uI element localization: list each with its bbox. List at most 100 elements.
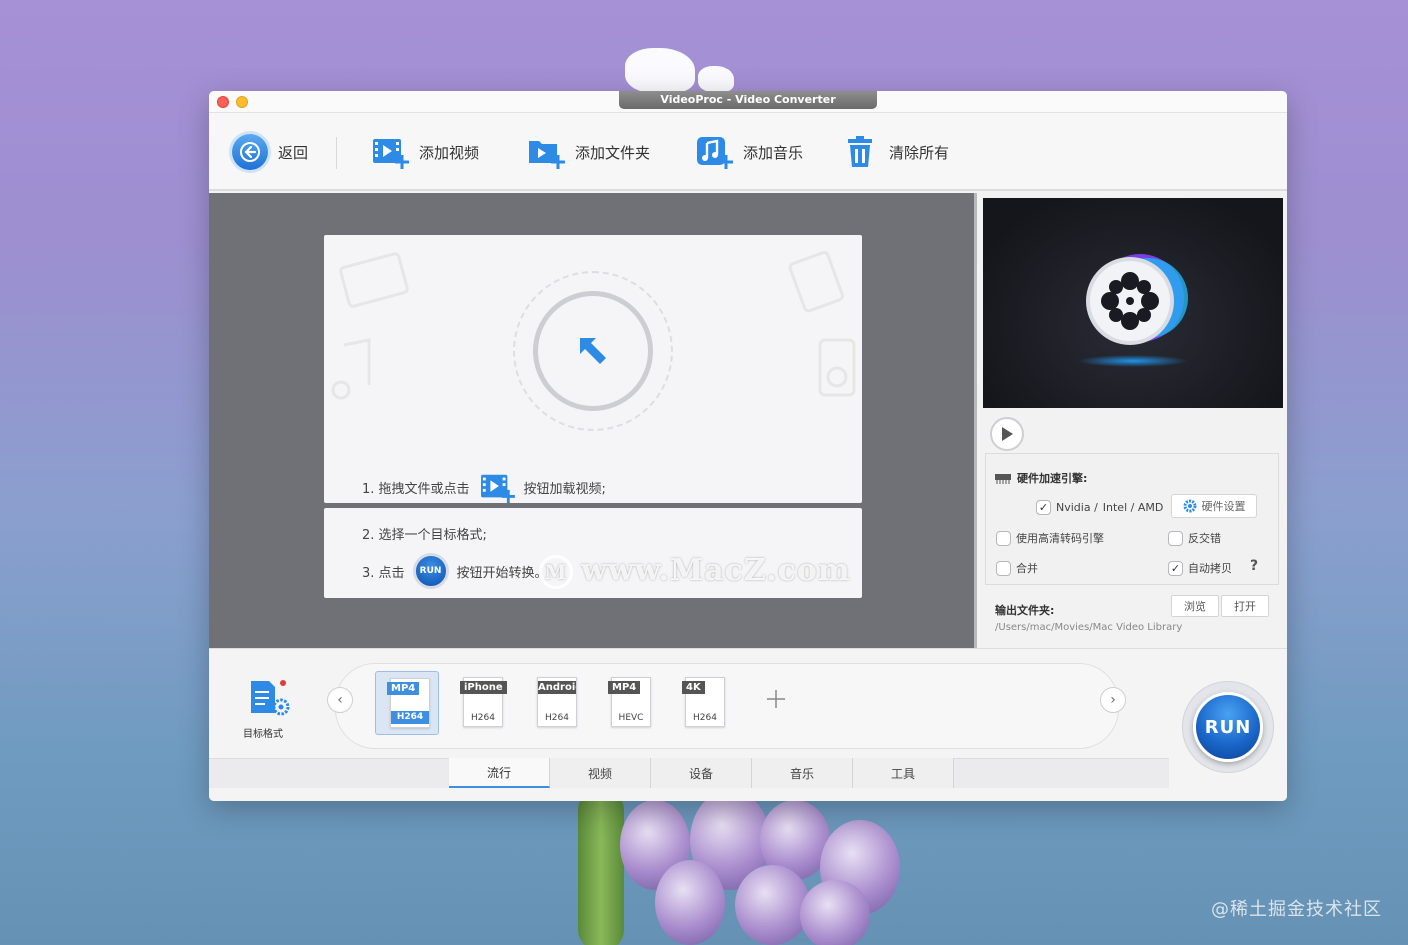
run-button-ring: RUN <box>1182 681 1274 773</box>
format-tile[interactable]: iPhone H264 <box>449 671 513 735</box>
format-name: Android <box>538 681 576 694</box>
add-format-button[interactable] <box>764 687 788 711</box>
macz-watermark: Mwww.MacZ.com <box>539 553 851 589</box>
format-tile[interactable]: MP4 HEVC <box>597 671 661 735</box>
file-drop-panel[interactable]: 1. 拖拽文件或点击 按钮加载视频; 2. 选择一个目标格式; 3. 点击 RU… <box>209 193 977 648</box>
ipod-icon <box>818 338 856 397</box>
output-folder-label: 输出文件夹: <box>995 604 1055 617</box>
merge-option[interactable]: 合并 <box>996 560 1038 576</box>
target-format-button[interactable]: 目标格式 <box>239 679 293 740</box>
step-3: 3. 点击 RUN 按钮开始转换。 <box>362 553 548 589</box>
carousel-prev-button[interactable]: ‹ <box>327 687 353 713</box>
add-folder-button[interactable]: 添加文件夹 <box>527 113 650 191</box>
hardware-settings-label: 硬件设置 <box>1201 500 1246 513</box>
back-label: 返回 <box>278 143 309 162</box>
hq-engine-label: 使用高清转码引擎 <box>1016 532 1104 545</box>
format-codec: H264 <box>693 713 717 723</box>
back-button[interactable]: 返回 <box>232 113 308 191</box>
deinterlace-checkbox[interactable] <box>1168 530 1183 546</box>
community-watermark: @稀土掘金技术社区 <box>1211 899 1382 920</box>
format-codec: HEVC <box>618 713 644 723</box>
close-window-button[interactable] <box>217 96 229 108</box>
step-3-prefix: 3. 点击 <box>362 565 405 581</box>
add-music-button[interactable]: 添加音乐 <box>695 113 803 191</box>
format-name: MP4 <box>387 682 420 695</box>
format-name: iPhone <box>460 681 507 694</box>
hq-engine-checkbox[interactable] <box>996 530 1011 546</box>
music-note-icon <box>331 338 371 400</box>
drop-ring <box>533 291 653 411</box>
hardware-settings-button[interactable]: 硬件设置 <box>1171 494 1257 518</box>
auto-copy-checkbox[interactable]: ✓ <box>1168 560 1183 576</box>
format-doc-icon: Android H264 <box>537 677 577 727</box>
step-1: 1. 拖拽文件或点击 按钮加载视频; <box>362 471 606 503</box>
tab-device[interactable]: 设备 <box>651 758 752 788</box>
format-tile[interactable]: MP4 H264 <box>375 671 439 735</box>
format-bar: 目标格式 ‹ › MP4 H264 iPhone H264 Android H2… <box>209 648 1287 801</box>
hq-engine-option[interactable]: 使用高清转码引擎 <box>996 530 1104 546</box>
flower-petal <box>655 860 725 945</box>
tab-music[interactable]: 音乐 <box>752 758 853 788</box>
merge-checkbox[interactable] <box>996 560 1011 576</box>
run-button[interactable]: RUN <box>1193 692 1263 762</box>
help-button[interactable]: ? <box>1250 558 1258 574</box>
step-1-prefix: 1. 拖拽文件或点击 <box>362 481 470 497</box>
auto-copy-label: 自动拷贝 <box>1188 562 1232 575</box>
flower-petal <box>800 880 870 945</box>
film-icon <box>339 252 409 308</box>
tablet-icon <box>788 251 845 313</box>
plus-icon <box>767 690 785 708</box>
format-name: MP4 <box>608 681 641 694</box>
carousel-next-button[interactable]: › <box>1100 687 1126 713</box>
auto-copy-option[interactable]: ✓ 自动拷贝 <box>1168 560 1232 576</box>
app-window: VideoProc - Video Converter 返回 添加视频 添加文件… <box>209 91 1287 801</box>
play-icon <box>1002 427 1013 441</box>
format-tile[interactable]: 4K H264 <box>671 671 735 735</box>
drop-zone[interactable]: 1. 拖拽文件或点击 按钮加载视频; <box>324 235 862 503</box>
flower-stem <box>578 790 624 945</box>
nvidia-checkbox[interactable]: ✓ <box>1036 500 1051 515</box>
tab-video[interactable]: 视频 <box>550 758 651 788</box>
deinterlace-option[interactable]: 反交错 <box>1168 530 1221 546</box>
hw-accel-header: 硬件加速引擎: <box>994 470 1087 486</box>
clear-all-button[interactable]: 清除所有 <box>841 113 949 191</box>
clear-all-label: 清除所有 <box>889 143 950 162</box>
add-video-label: 添加视频 <box>419 143 480 162</box>
gear-icon <box>1183 499 1196 513</box>
format-doc-icon: MP4 HEVC <box>608 677 651 727</box>
trash-icon <box>841 133 879 171</box>
format-tile[interactable]: Android H264 <box>523 671 587 735</box>
play-button[interactable] <box>990 417 1024 451</box>
tab-popular[interactable]: 流行 <box>449 758 550 788</box>
minimize-window-button[interactable] <box>236 96 248 108</box>
tab-tools[interactable]: 工具 <box>853 758 954 788</box>
intel-amd-label: Intel / AMD <box>1102 501 1164 514</box>
step-2-text: 2. 选择一个目标格式; <box>362 528 487 543</box>
add-video-button[interactable]: 添加视频 <box>371 113 479 191</box>
chevron-left-icon: ‹ <box>337 692 343 708</box>
flower-petal <box>735 865 810 945</box>
macz-logo-icon: M <box>539 555 573 589</box>
window-title: VideoProc - Video Converter <box>619 91 877 109</box>
format-codec: H264 <box>391 711 429 724</box>
open-folder-button[interactable]: 打开 <box>1221 595 1269 617</box>
step-1-suffix: 按钮加载视频; <box>523 481 606 497</box>
step-3-suffix: 按钮开始转换。 <box>456 565 548 581</box>
add-music-label: 添加音乐 <box>743 143 804 162</box>
toolbar: 返回 添加视频 添加文件夹 添加音乐 清除所有 <box>209 113 1287 191</box>
nvidia-label: Nvidia / <box>1056 501 1098 514</box>
format-doc-icon: iPhone H264 <box>460 677 507 727</box>
title-bar: VideoProc - Video Converter <box>209 91 1287 113</box>
run-icon-small: RUN <box>412 553 449 589</box>
back-arrow-icon <box>232 134 268 170</box>
format-codec: H264 <box>471 713 495 723</box>
videoproc-logo <box>1078 254 1188 367</box>
options-panel: 硬件加速引擎: ✓ Nvidia / Intel / AMD 硬件设置 使用高清… <box>985 453 1279 585</box>
target-format-icon <box>251 680 290 716</box>
format-doc-icon: 4K H264 <box>682 677 725 727</box>
browse-button[interactable]: 浏览 <box>1171 595 1219 617</box>
format-codec: H264 <box>545 713 569 723</box>
toolbar-divider <box>336 137 337 169</box>
target-format-label: 目标格式 <box>243 729 283 740</box>
nvidia-option[interactable]: ✓ Nvidia / Intel / AMD <box>1036 500 1163 515</box>
